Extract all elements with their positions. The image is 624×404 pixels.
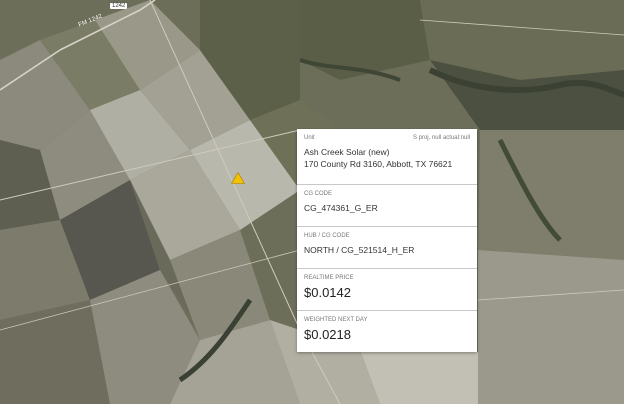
weighted-next-day-section: WEIGHTED NEXT DAY $0.0218 xyxy=(297,311,477,352)
warning-triangle-icon[interactable] xyxy=(231,172,245,184)
cg-code-label: CG CODE xyxy=(304,191,333,197)
hub-value: NORTH / CG_521514_H_ER xyxy=(304,245,415,255)
realtime-price-value: $0.0142 xyxy=(304,285,351,300)
unit-meta: S proj, null actual:null xyxy=(412,135,470,141)
hub-label: HUB / CG CODE xyxy=(304,233,350,239)
hub-section: HUB / CG CODE NORTH / CG_521514_H_ER xyxy=(297,227,477,269)
realtime-price-section: REALTIME PRICE $0.0142 xyxy=(297,269,477,311)
unit-section: Unit S proj, null actual:null Ash Creek … xyxy=(297,129,477,185)
weighted-next-day-label: WEIGHTED NEXT DAY xyxy=(304,317,368,323)
realtime-price-label: REALTIME PRICE xyxy=(304,275,354,281)
cg-code-value: CG_474361_G_ER xyxy=(304,203,378,213)
weighted-next-day-value: $0.0218 xyxy=(304,327,351,342)
unit-name: Ash Creek Solar (new) xyxy=(304,147,390,157)
cg-code-section: CG CODE CG_474361_G_ER xyxy=(297,185,477,227)
unit-label: Unit xyxy=(304,135,315,141)
road-shield: 1242 xyxy=(110,3,128,9)
unit-info-panel: Unit S proj, null actual:null Ash Creek … xyxy=(297,129,477,352)
unit-address: 170 County Rd 3160, Abbott, TX 76621 xyxy=(304,159,453,169)
